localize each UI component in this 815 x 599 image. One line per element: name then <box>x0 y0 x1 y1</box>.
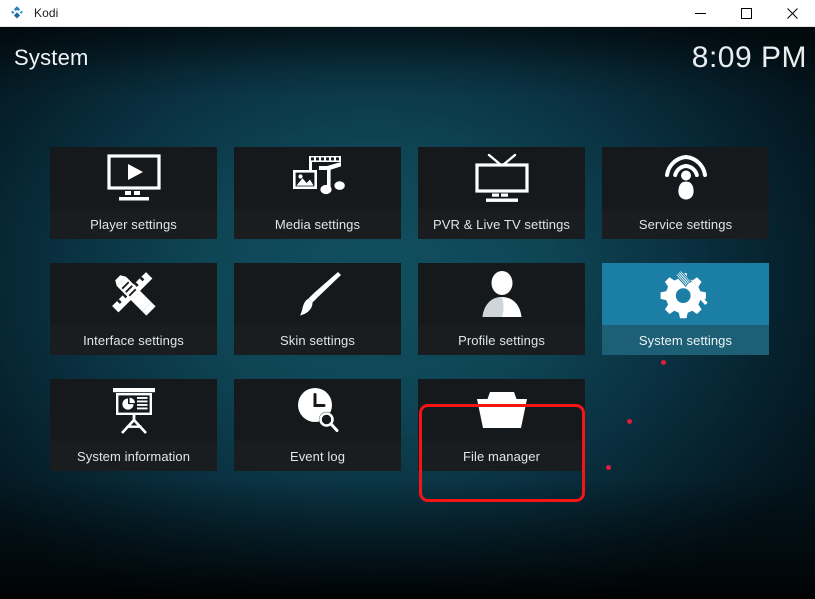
gear-screwdriver-icon <box>602 263 769 325</box>
tile-label: Player settings <box>50 209 217 239</box>
kodi-logo-icon <box>9 5 25 21</box>
tile-label: File manager <box>418 441 585 471</box>
tile-label: PVR & Live TV settings <box>418 209 585 239</box>
tile-label: Interface settings <box>50 325 217 355</box>
tile-skin-settings[interactable]: Skin settings <box>234 263 401 355</box>
minimize-icon <box>694 12 706 14</box>
media-film-music-icon <box>234 147 401 209</box>
tile-system-settings[interactable]: System settings <box>602 263 769 355</box>
minimize-button[interactable] <box>677 0 723 26</box>
tile-label: System settings <box>602 325 769 355</box>
tv-play-icon <box>50 147 217 209</box>
cursor-trail-dot <box>627 419 632 424</box>
tile-player-settings[interactable]: Player settings <box>50 147 217 239</box>
tile-label: System information <box>50 441 217 471</box>
close-button[interactable] <box>769 0 815 26</box>
tile-interface-settings[interactable]: Interface settings <box>50 263 217 355</box>
close-icon <box>786 7 798 19</box>
tile-label: Media settings <box>234 209 401 239</box>
kodi-stage: System 8:09 PM Player settings Media set… <box>0 27 815 599</box>
kodi-window: Kodi System 8:09 PM Player settings Medi… <box>0 0 815 599</box>
maximize-button[interactable] <box>723 0 769 26</box>
settings-tile-grid: Player settings Media settings PVR & Liv… <box>50 147 776 471</box>
tile-system-information[interactable]: System information <box>50 379 217 471</box>
folder-icon <box>418 379 585 441</box>
clock: 8:09 PM <box>691 41 807 74</box>
pencil-ruler-icon <box>50 263 217 325</box>
cursor-trail-dot <box>606 465 611 470</box>
tile-media-settings[interactable]: Media settings <box>234 147 401 239</box>
paintbrush-icon <box>234 263 401 325</box>
user-profile-icon <box>418 263 585 325</box>
tile-label: Service settings <box>602 209 769 239</box>
presentation-chart-icon <box>50 379 217 441</box>
tile-label: Skin settings <box>234 325 401 355</box>
clock-search-icon <box>234 379 401 441</box>
tile-profile-settings[interactable]: Profile settings <box>418 263 585 355</box>
cursor-trail-dot <box>661 360 666 365</box>
kodi-header: System 8:09 PM <box>0 27 815 89</box>
maximize-icon <box>740 7 752 19</box>
tile-event-log[interactable]: Event log <box>234 379 401 471</box>
tile-pvr-live-tv-settings[interactable]: PVR & Live TV settings <box>418 147 585 239</box>
window-titlebar: Kodi <box>0 0 815 27</box>
tile-service-settings[interactable]: Service settings <box>602 147 769 239</box>
tile-label: Event log <box>234 441 401 471</box>
tv-antenna-icon <box>418 147 585 209</box>
tile-file-manager[interactable]: File manager <box>418 379 585 471</box>
tile-label: Profile settings <box>418 325 585 355</box>
window-title: Kodi <box>34 6 59 20</box>
page-title: System <box>14 45 89 70</box>
service-broadcast-icon <box>602 147 769 209</box>
